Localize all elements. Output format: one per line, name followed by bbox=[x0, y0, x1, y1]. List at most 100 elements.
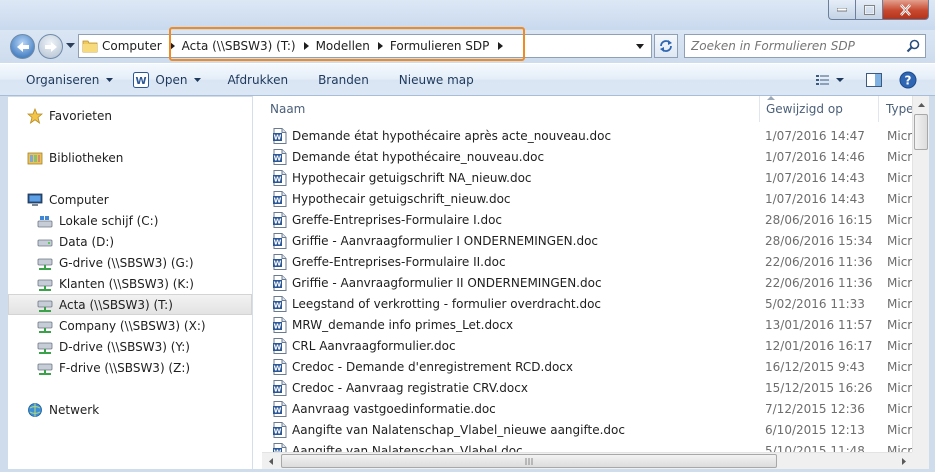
file-type: Micr bbox=[887, 255, 912, 269]
column-header-type[interactable]: Type bbox=[886, 96, 912, 122]
nav-item-drive-z[interactable]: F-drive (\\SBSW3) (Z:) bbox=[8, 357, 252, 378]
file-row[interactable]: W Credoc - Demande d'enregistrement RCD.d… bbox=[262, 357, 912, 378]
nav-item-drive-y[interactable]: D-drive (\\SBSW3) (Y:) bbox=[8, 336, 252, 357]
file-type: Micr bbox=[887, 192, 912, 206]
file-row[interactable]: W Leegstand of verkrotting - formulier ov… bbox=[262, 294, 912, 315]
nav-item-libraries[interactable]: Bibliotheken bbox=[8, 147, 252, 168]
chevron-right-icon[interactable] bbox=[373, 42, 389, 50]
nav-item-drive-c[interactable]: Lokale schijf (C:) bbox=[8, 210, 252, 231]
nav-item-drive-x[interactable]: Company (\\SBSW3) (X:) bbox=[8, 315, 252, 336]
chevron-down-icon bbox=[836, 78, 844, 82]
print-label: Afdrukken bbox=[227, 72, 289, 87]
minimize-button[interactable] bbox=[828, 0, 856, 20]
column-header-date[interactable]: Gewijzigd op bbox=[766, 96, 878, 122]
nav-label: Favorieten bbox=[49, 108, 112, 123]
scroll-right-button[interactable] bbox=[895, 453, 912, 470]
burn-button[interactable]: Branden bbox=[298, 67, 379, 93]
file-row[interactable]: W Aangifte van Nalatenschap_Vlabel.doc 5/1… bbox=[262, 441, 912, 452]
file-row[interactable]: W Aangifte van Nalatenschap_Vlabel_nieuwe… bbox=[262, 420, 912, 441]
close-button[interactable] bbox=[883, 0, 929, 20]
nav-item-drive-g[interactable]: G-drive (\\SBSW3) (G:) bbox=[8, 252, 252, 273]
file-name: CRL Aanvraagformulier.doc bbox=[292, 339, 456, 353]
breadcrumb-computer[interactable]: Computer bbox=[101, 35, 165, 57]
nav-item-drive-d[interactable]: Data (D:) bbox=[8, 231, 252, 252]
file-name: Aanvraag vastgoedinformatie.doc bbox=[292, 402, 496, 416]
file-row[interactable]: W Hypothecair getuigschrift_nieuw.doc 1/07… bbox=[262, 189, 912, 210]
file-row[interactable]: W Griffie - Aanvraagformulier I ONDERNEMI… bbox=[262, 231, 912, 252]
print-button[interactable]: Afdrukken bbox=[211, 67, 298, 93]
network-drive-icon bbox=[36, 338, 54, 356]
file-name: Hypothecair getuigschrift_nieuw.doc bbox=[292, 192, 511, 206]
word-document-icon: W bbox=[272, 254, 288, 273]
file-row[interactable]: W Griffie - Aanvraagformulier II ONDERNEM… bbox=[262, 273, 912, 294]
nav-label: G-drive (\\SBSW3) (G:) bbox=[59, 255, 194, 270]
vertical-scroll-thumb[interactable] bbox=[914, 114, 928, 150]
nav-item-computer[interactable]: Computer bbox=[8, 189, 252, 210]
recent-pages-dropdown-icon[interactable] bbox=[66, 43, 75, 49]
nav-item-drive-k[interactable]: Klanten (\\SBSW3) (K:) bbox=[8, 273, 252, 294]
help-button[interactable]: ? bbox=[895, 67, 921, 93]
preview-pane-button[interactable] bbox=[859, 67, 889, 93]
change-view-button[interactable] bbox=[811, 67, 849, 93]
file-type: Micr bbox=[887, 402, 912, 416]
breadcrumb-modellen[interactable]: Modellen bbox=[299, 35, 373, 57]
close-icon bbox=[900, 3, 911, 16]
forward-button[interactable] bbox=[38, 34, 63, 59]
breadcrumb-formulieren-sdp[interactable]: Formulieren SDP bbox=[373, 35, 508, 57]
file-name: Aangifte van Nalatenschap_Vlabel.doc bbox=[292, 444, 523, 452]
vertical-scrollbar[interactable] bbox=[912, 96, 929, 452]
svg-text:W: W bbox=[274, 134, 282, 142]
file-modified-date: 13/01/2016 11:57 bbox=[765, 318, 873, 332]
file-row[interactable]: W Credoc - Aanvraag registratie CRV.docx 1… bbox=[262, 378, 912, 399]
breadcrumb-acta[interactable]: Acta (\\SBSW3) (T:) bbox=[165, 35, 299, 57]
file-row[interactable]: W Greffe-Entreprises-Formulaire II.doc 22/… bbox=[262, 252, 912, 273]
maximize-button[interactable] bbox=[856, 0, 883, 20]
word-document-icon: W bbox=[272, 443, 288, 452]
file-name: Credoc - Aanvraag registratie CRV.docx bbox=[292, 381, 528, 395]
new-folder-button[interactable]: Nieuwe map bbox=[379, 67, 484, 93]
address-bar[interactable]: Computer Acta (\\SBSW3) (T:) Modellen Fo… bbox=[78, 34, 652, 58]
file-row[interactable]: W Demande état hypothécaire après acte_no… bbox=[262, 126, 912, 147]
file-type: Micr bbox=[887, 318, 912, 332]
address-history-dropdown[interactable] bbox=[629, 35, 651, 57]
column-divider[interactable] bbox=[759, 96, 760, 122]
chevron-right-icon[interactable] bbox=[492, 42, 508, 50]
system-drive-icon bbox=[36, 212, 54, 230]
nav-item-network[interactable]: Netwerk bbox=[8, 399, 252, 420]
horizontal-scroll-thumb[interactable] bbox=[281, 454, 777, 468]
file-row[interactable]: W CRL Aanvraagformulier.doc 12/01/2016 16:… bbox=[262, 336, 912, 357]
svg-text:W: W bbox=[274, 281, 282, 289]
horizontal-scrollbar[interactable] bbox=[262, 452, 912, 469]
svg-text:W: W bbox=[274, 386, 282, 394]
file-modified-date: 5/10/2015 11:48 bbox=[765, 444, 865, 452]
word-document-icon: W bbox=[272, 212, 288, 231]
search-box[interactable] bbox=[684, 34, 926, 58]
column-divider[interactable] bbox=[878, 96, 879, 122]
chevron-right-icon[interactable] bbox=[299, 42, 315, 50]
file-modified-date: 6/10/2015 12:13 bbox=[765, 423, 865, 437]
network-icon bbox=[26, 401, 44, 419]
file-row[interactable]: W MRW_demande info primes_Let.docx 13/01/2… bbox=[262, 315, 912, 336]
file-row[interactable]: W Demande état hypothécaire_nouveau.doc 1/… bbox=[262, 147, 912, 168]
nav-item-favorites[interactable]: Favorieten bbox=[8, 105, 252, 126]
open-button[interactable]: W Open bbox=[123, 67, 211, 93]
back-button[interactable] bbox=[10, 34, 35, 59]
file-row[interactable]: W Hypothecair getuigschrift NA_nieuw.doc 1… bbox=[262, 168, 912, 189]
search-input[interactable] bbox=[685, 39, 899, 53]
word-document-icon: W bbox=[272, 128, 288, 147]
refresh-button[interactable] bbox=[654, 34, 678, 58]
scroll-up-button[interactable] bbox=[913, 96, 930, 113]
pane-splitter[interactable] bbox=[253, 96, 262, 472]
scroll-left-button[interactable] bbox=[262, 453, 279, 470]
minimize-icon bbox=[837, 7, 847, 11]
file-row[interactable]: W Aanvraag vastgoedinformatie.doc 7/12/201… bbox=[262, 399, 912, 420]
organize-button[interactable]: Organiseren bbox=[0, 67, 123, 93]
chevron-right-icon[interactable] bbox=[165, 42, 181, 50]
file-name: MRW_demande info primes_Let.docx bbox=[292, 318, 514, 332]
nav-item-drive-t[interactable]: Acta (\\SBSW3) (T:) bbox=[8, 294, 252, 315]
breadcrumb-label: Acta (\\SBSW3) (T:) bbox=[181, 39, 296, 53]
search-icon[interactable] bbox=[906, 39, 920, 53]
chevron-up-icon bbox=[918, 102, 925, 107]
file-row[interactable]: W Greffe-Entreprises-Formulaire I.doc 28/0… bbox=[262, 210, 912, 231]
column-header-name[interactable]: Naam bbox=[270, 96, 759, 122]
